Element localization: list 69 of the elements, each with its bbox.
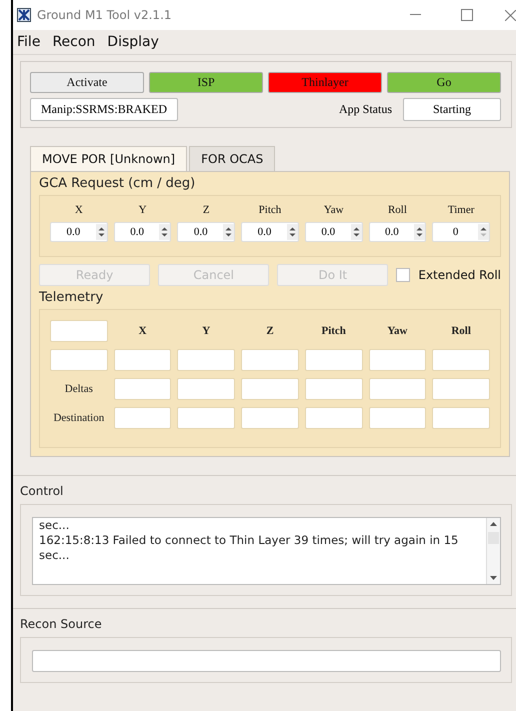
input-field[interactable] [32, 650, 501, 672]
spin-box[interactable]: 0.0 [177, 222, 236, 242]
column-label: Pitch [258, 204, 282, 216]
column-label: Yaw [322, 204, 345, 216]
column-label: Z [202, 204, 211, 216]
input-field[interactable] [177, 349, 236, 371]
input-field[interactable] [368, 349, 426, 371]
input-field[interactable] [304, 407, 363, 429]
group-title: GCA Request (cm / deg) [39, 176, 196, 191]
checkbox-label[interactable]: Extended Roll [418, 268, 501, 282]
input-field[interactable] [432, 407, 490, 429]
input-field[interactable] [432, 349, 490, 371]
input-field[interactable] [50, 349, 108, 371]
input-field[interactable] [114, 378, 172, 400]
column-label: Yaw [386, 325, 408, 337]
tab[interactable]: FOR OCAS [189, 146, 276, 171]
manip-status: Manip:SSRMS:BRAKED [30, 98, 178, 121]
app-icon [17, 8, 31, 22]
column-label: Z [265, 325, 275, 337]
column-label: Timer [446, 204, 476, 216]
group-title: Telemetry [39, 290, 104, 305]
column-label: X [74, 204, 84, 216]
app-status-value: Starting [403, 98, 501, 121]
input-field[interactable] [432, 378, 490, 400]
column-label: Y [138, 204, 148, 216]
input-field[interactable] [114, 407, 172, 429]
app-status-label: App Status [338, 102, 392, 117]
column-label: Y [201, 325, 212, 337]
input-field[interactable] [368, 407, 426, 429]
status-button[interactable]: Activate [30, 72, 144, 93]
log-line: 162:15:8:13 Failed to connect to Thin Layer 39 times; will try again in 15 sec... [39, 533, 460, 563]
spin-box[interactable]: 0.0 [304, 222, 363, 242]
input-field[interactable] [177, 407, 236, 429]
spin-box[interactable]: 0.0 [241, 222, 299, 242]
spin-box[interactable]: 0 [432, 222, 490, 242]
spin-box[interactable]: 0.0 [50, 222, 108, 242]
menu-item[interactable]: File [17, 34, 40, 50]
input-field[interactable] [241, 349, 299, 371]
close-icon[interactable] [505, 10, 516, 20]
status-button[interactable]: Thinlayer [268, 72, 382, 93]
column-label: X [138, 325, 148, 337]
input-field[interactable] [177, 378, 236, 400]
log-line: sec... [39, 518, 70, 533]
row-label: Deltas [64, 383, 94, 395]
input-field[interactable] [304, 378, 363, 400]
section-title: Recon Source [20, 617, 103, 631]
input-field[interactable] [241, 407, 299, 429]
input-field[interactable] [241, 378, 299, 400]
spin-box[interactable]: 0.0 [368, 222, 426, 242]
scrollbar-icon[interactable] [486, 518, 500, 584]
maximize-icon[interactable] [461, 9, 473, 21]
minimize-icon[interactable] [410, 14, 420, 16]
window-title: Ground M1 Tool v2.1.1 [37, 8, 173, 22]
checkbox[interactable] [396, 268, 410, 282]
status-button[interactable]: ISP [149, 72, 263, 93]
column-label: Roll [450, 325, 472, 337]
menu-item[interactable]: Recon [52, 34, 96, 50]
input-field[interactable] [114, 349, 172, 371]
section-title: Control [20, 484, 64, 498]
spin-box[interactable]: 0.0 [114, 222, 172, 242]
status-button[interactable]: Go [387, 72, 501, 93]
tab[interactable]: MOVE POR [Unknown] [30, 146, 188, 171]
row-label: Destination [52, 412, 106, 424]
menu-item[interactable]: Display [107, 34, 159, 50]
column-label: Roll [386, 204, 408, 216]
input-field[interactable] [304, 349, 363, 371]
input-field[interactable] [50, 320, 108, 342]
column-label: Pitch [320, 325, 347, 337]
input-field[interactable] [368, 378, 426, 400]
